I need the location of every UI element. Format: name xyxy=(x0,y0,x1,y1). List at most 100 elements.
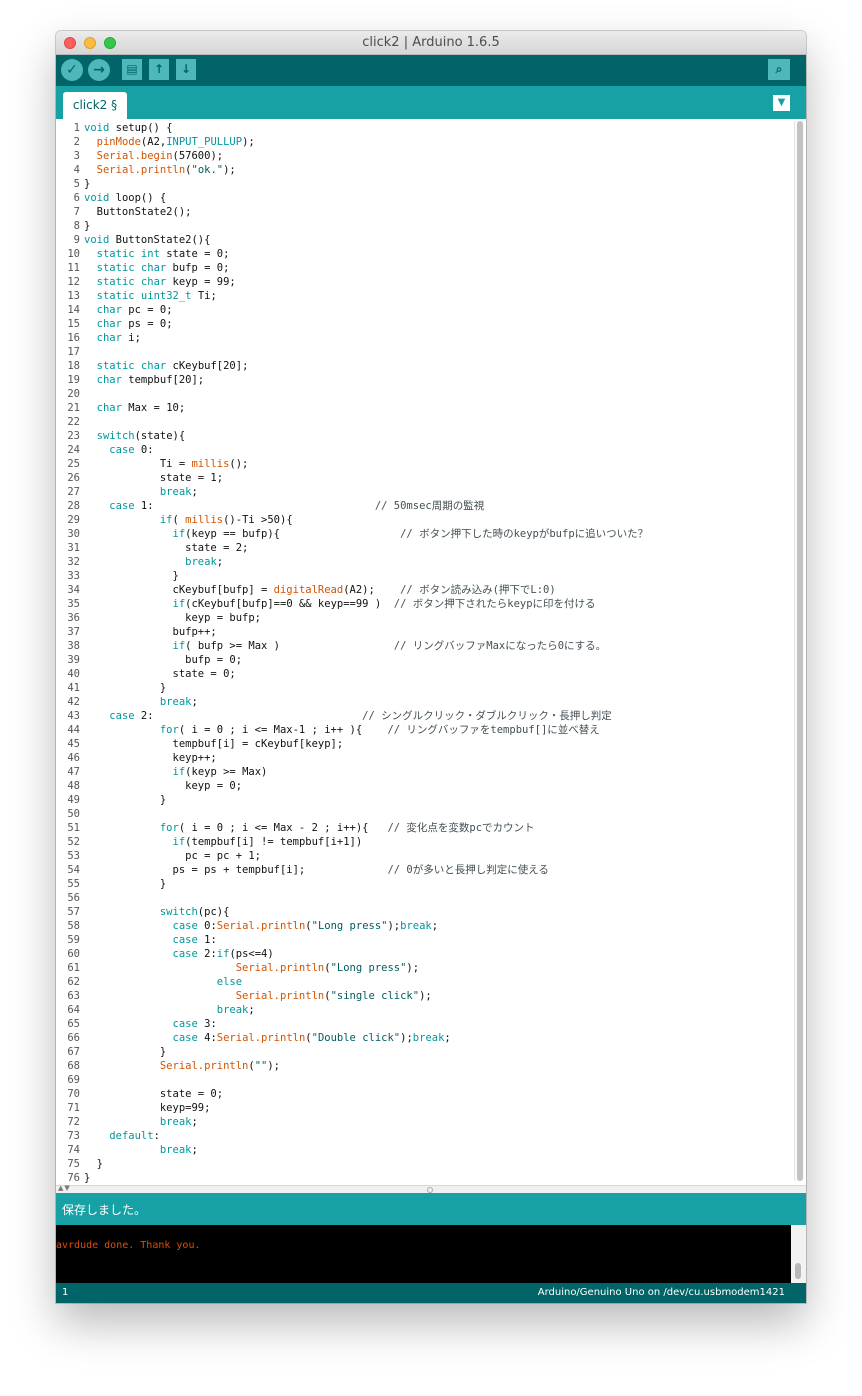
code-line[interactable]: case 3: xyxy=(84,1017,789,1031)
code-line[interactable]: case 2:if(ps<=4) xyxy=(84,947,789,961)
code-line[interactable]: static int state = 0; xyxy=(84,247,789,261)
code-line[interactable]: switch(state){ xyxy=(84,429,789,443)
line-number: 48 xyxy=(67,780,80,792)
code-line[interactable]: else xyxy=(84,975,789,989)
code-line[interactable]: Serial.println("ok."); xyxy=(84,163,789,177)
verify-button[interactable]: ✓ xyxy=(61,59,83,81)
code-line[interactable]: switch(pc){ xyxy=(84,905,789,919)
code-line[interactable]: static uint32_t Ti; xyxy=(84,289,789,303)
code-line[interactable]: Ti = millis(); xyxy=(84,457,789,471)
divider-arrows-icon[interactable]: ▲▼ xyxy=(58,1184,71,1192)
code-line[interactable]: void loop() { xyxy=(84,191,789,205)
serial-monitor-button[interactable]: ⌕ xyxy=(768,59,790,80)
arrow-up-icon: ↑ xyxy=(153,62,165,76)
code-line[interactable]: if(keyp >= Max) xyxy=(84,765,789,779)
code-line[interactable]: char ps = 0; xyxy=(84,317,789,331)
code-line[interactable]: keyp++; xyxy=(84,751,789,765)
line-number: 70 xyxy=(67,1088,80,1100)
code-line[interactable]: ​ xyxy=(84,387,789,401)
code-line[interactable]: } xyxy=(84,681,789,695)
code-line[interactable]: static char bufp = 0; xyxy=(84,261,789,275)
code-line[interactable]: tempbuf[i] = cKeybuf[keyp]; xyxy=(84,737,789,751)
code-line[interactable]: } xyxy=(84,569,789,583)
code-line[interactable]: } xyxy=(84,1045,789,1059)
code-line[interactable]: } xyxy=(84,1157,789,1171)
code-line[interactable]: break; xyxy=(84,485,789,499)
new-sketch-button[interactable]: ▤ xyxy=(122,59,142,80)
code-line[interactable]: ​ xyxy=(84,415,789,429)
save-sketch-button[interactable]: ↓ xyxy=(176,59,196,80)
code-line[interactable]: Serial.println(""); xyxy=(84,1059,789,1073)
line-number: 49 xyxy=(67,794,80,806)
code-line[interactable]: if( millis()-Ti >50){ xyxy=(84,513,789,527)
code-line[interactable]: Serial.println("Long press"); xyxy=(84,961,789,975)
code-line[interactable]: break; xyxy=(84,555,789,569)
code-line[interactable]: } xyxy=(84,793,789,807)
code-line[interactable]: char Max = 10; xyxy=(84,401,789,415)
code-line[interactable]: case 4:Serial.println("Double click");br… xyxy=(84,1031,789,1045)
code-line[interactable]: void ButtonState2(){ xyxy=(84,233,789,247)
code-line[interactable]: char tempbuf[20]; xyxy=(84,373,789,387)
tab-click2[interactable]: click2 § xyxy=(63,92,127,119)
code-line[interactable]: if( bufp >= Max ) // リングバッファMaxになったら0にする… xyxy=(84,639,789,653)
upload-button[interactable]: → xyxy=(88,59,110,81)
code-line[interactable]: state = 0; xyxy=(84,667,789,681)
code-line[interactable]: ButtonState2(); xyxy=(84,205,789,219)
line-number: 40 xyxy=(67,668,80,680)
code-line[interactable]: } xyxy=(84,1171,789,1185)
code-line[interactable]: cKeybuf[bufp] = digitalRead(A2); // ボタン読… xyxy=(84,583,789,597)
editor-scrollbar-thumb[interactable] xyxy=(797,121,803,1181)
code-line[interactable]: state = 1; xyxy=(84,471,789,485)
code-editor[interactable]: 1 2 3 4 5 6 7 8 9 10 11 12 13 14 15 16 17 18 19 20 21 22 23 24 2… xyxy=(56,119,806,1185)
code-line[interactable]: static char cKeybuf[20]; xyxy=(84,359,789,373)
code-line[interactable]: break; xyxy=(84,1115,789,1129)
console-output[interactable]: avrdude done. Thank you. xyxy=(56,1225,806,1283)
code-line[interactable]: keyp=99; xyxy=(84,1101,789,1115)
code-line[interactable]: for( i = 0 ; i <= Max-1 ; i++ ){ // リングバ… xyxy=(84,723,789,737)
code-line[interactable]: pinMode(A2,INPUT_PULLUP); xyxy=(84,135,789,149)
console-scrollbar[interactable] xyxy=(791,1225,806,1283)
code-line[interactable]: pc = pc + 1; xyxy=(84,849,789,863)
code-line[interactable]: } xyxy=(84,177,789,191)
code-line[interactable]: if(tempbuf[i] != tempbuf[i+1]) xyxy=(84,835,789,849)
code-line[interactable]: char pc = 0; xyxy=(84,303,789,317)
code-line[interactable]: break; xyxy=(84,1003,789,1017)
code-line[interactable]: ​ xyxy=(84,1073,789,1087)
code-line[interactable]: } xyxy=(84,219,789,233)
code-line[interactable]: keyp = 0; xyxy=(84,779,789,793)
title-bar[interactable]: click2 | Arduino 1.6.5 xyxy=(56,31,806,55)
tab-menu-button[interactable]: ▼ xyxy=(773,95,790,111)
code-line[interactable]: Serial.println("single click"); xyxy=(84,989,789,1003)
code-line[interactable]: keyp = bufp; xyxy=(84,611,789,625)
code-area[interactable]: void setup() { pinMode(A2,INPUT_PULLUP);… xyxy=(84,121,789,1185)
code-line[interactable]: ​ xyxy=(84,345,789,359)
code-line[interactable]: default: xyxy=(84,1129,789,1143)
code-line[interactable]: case 2: // シングルクリック・ダブルクリック・長押し判定 xyxy=(84,709,789,723)
code-line[interactable]: static char keyp = 99; xyxy=(84,275,789,289)
code-line[interactable]: bufp = 0; xyxy=(84,653,789,667)
code-line[interactable]: case 1: xyxy=(84,933,789,947)
code-line[interactable]: ps = ps + tempbuf[i]; // 0が多いと長押し判定に使える xyxy=(84,863,789,877)
code-line[interactable]: break; xyxy=(84,1143,789,1157)
code-line[interactable]: if(cKeybuf[bufp]==0 && keyp==99 ) // ボタン… xyxy=(84,597,789,611)
code-line[interactable]: for( i = 0 ; i <= Max - 2 ; i++){ // 変化点… xyxy=(84,821,789,835)
editor-scrollbar[interactable] xyxy=(794,121,804,1181)
code-line[interactable]: case 0: xyxy=(84,443,789,457)
code-line[interactable]: case 0:Serial.println("Long press");brea… xyxy=(84,919,789,933)
code-line[interactable]: ​ xyxy=(84,891,789,905)
code-line[interactable]: ​ xyxy=(84,807,789,821)
code-line[interactable]: if(keyp == bufp){ // ボタン押下した時のkeypがbufpに… xyxy=(84,527,789,541)
code-line[interactable]: state = 0; xyxy=(84,1087,789,1101)
code-line[interactable]: Serial.begin(57600); xyxy=(84,149,789,163)
code-line[interactable]: void setup() { xyxy=(84,121,789,135)
line-number: 43 xyxy=(67,710,80,722)
line-number: 8 xyxy=(73,220,80,232)
code-line[interactable]: case 1: // 50msec周期の監視 xyxy=(84,499,789,513)
code-line[interactable]: } xyxy=(84,877,789,891)
open-sketch-button[interactable]: ↑ xyxy=(149,59,169,80)
console-scrollbar-thumb[interactable] xyxy=(795,1263,801,1279)
code-line[interactable]: state = 2; xyxy=(84,541,789,555)
code-line[interactable]: break; xyxy=(84,695,789,709)
code-line[interactable]: char i; xyxy=(84,331,789,345)
code-line[interactable]: bufp++; xyxy=(84,625,789,639)
